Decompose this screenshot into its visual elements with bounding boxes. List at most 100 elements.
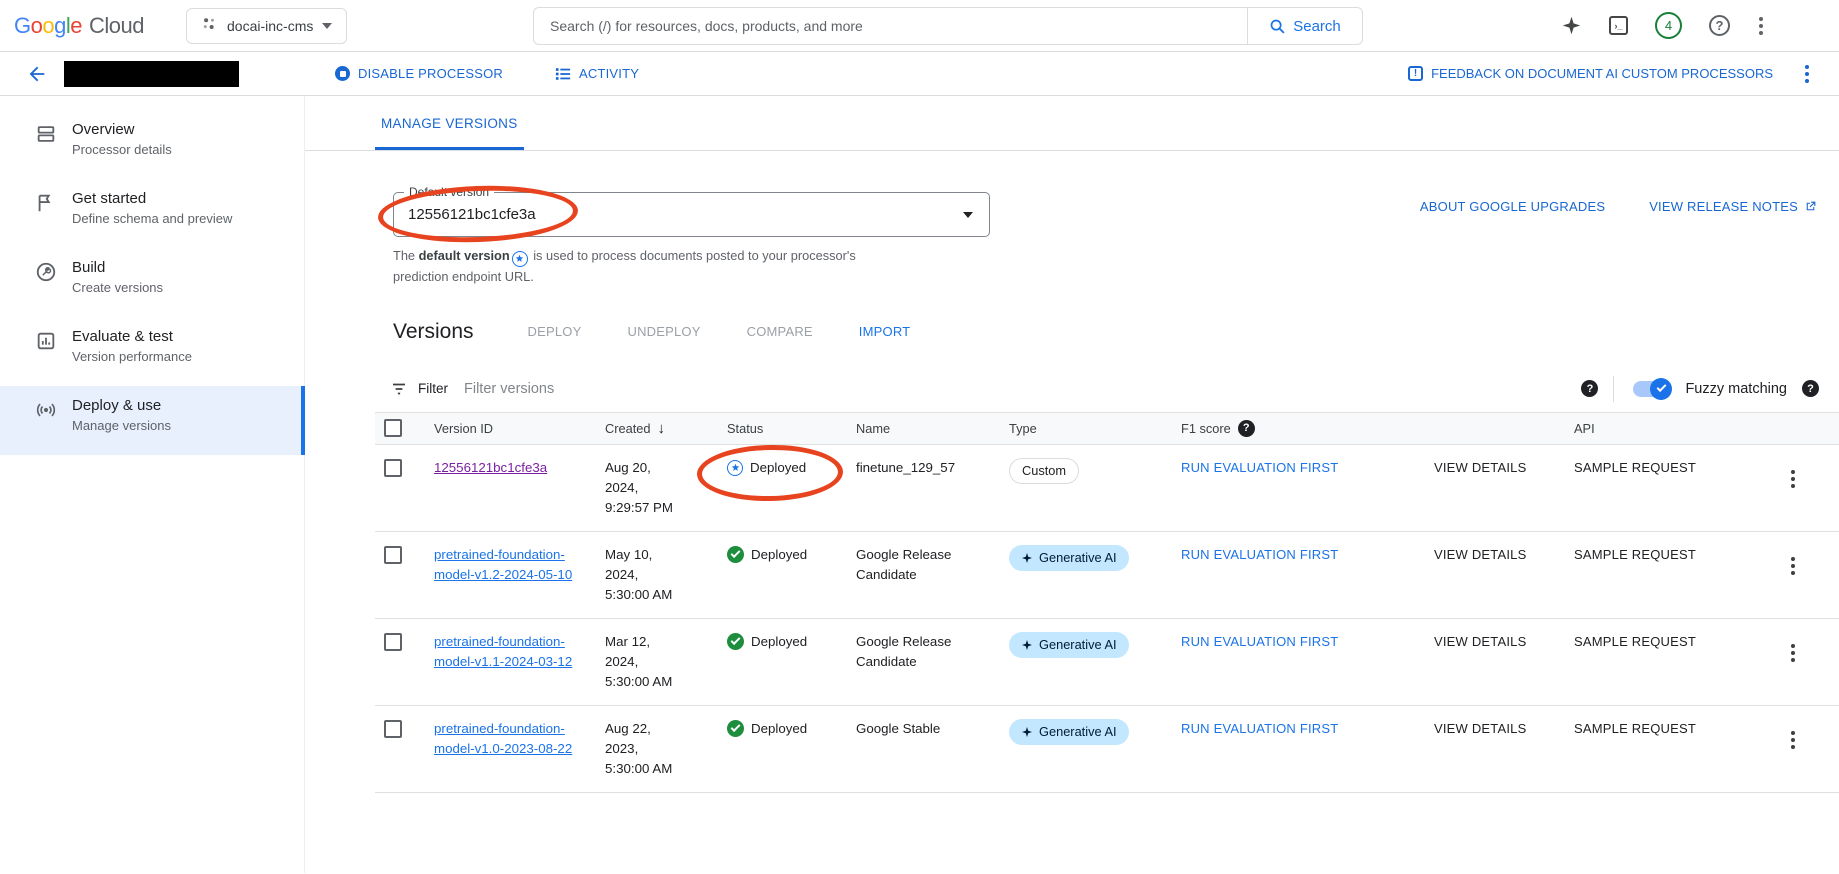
view-details-button[interactable]: VIEW DETAILS	[1434, 634, 1526, 649]
disable-processor-label: DISABLE PROCESSOR	[358, 66, 503, 81]
search-input[interactable]	[533, 7, 1247, 45]
sample-request-button[interactable]: SAMPLE REQUEST	[1574, 460, 1696, 475]
cloud-shell-icon[interactable]: ›_	[1609, 16, 1628, 35]
row-more-options-icon[interactable]	[1789, 468, 1797, 490]
default-version-label: Default version	[404, 185, 494, 199]
f1-score-help-icon[interactable]: ?	[1238, 420, 1255, 437]
created-cell: Aug 20, 2024, 9:29:57 PM	[605, 458, 693, 518]
run-evaluation-first-link[interactable]: RUN EVALUATION FIRST	[1181, 721, 1338, 736]
version-id-link[interactable]: 12556121bc1cfe3a	[434, 458, 547, 478]
run-evaluation-first-link[interactable]: RUN EVALUATION FIRST	[1181, 634, 1338, 649]
status-label: Deployed	[751, 545, 807, 565]
import-button[interactable]: IMPORT	[859, 324, 911, 339]
deployed-check-icon	[727, 720, 744, 737]
overview-icon	[34, 122, 58, 146]
row-more-options-icon[interactable]	[1789, 555, 1797, 577]
sidebar-item-subtitle: Create versions	[72, 280, 163, 295]
feedback-icon: !	[1408, 66, 1423, 81]
default-version-select[interactable]: Default version 12556121bc1cfe3a	[393, 192, 990, 237]
view-details-button[interactable]: VIEW DETAILS	[1434, 547, 1526, 562]
back-arrow-icon[interactable]	[26, 63, 48, 85]
filter-versions-input[interactable]	[464, 381, 764, 397]
fuzzy-matching-toggle[interactable]	[1633, 381, 1670, 397]
version-id-link[interactable]: pretrained-foundation-model-v1.2-2024-05…	[434, 545, 574, 585]
filter-help-icon[interactable]: ?	[1581, 380, 1598, 397]
sidebar-item-subtitle: Version performance	[72, 349, 192, 364]
versions-toolbar: Versions DEPLOY UNDEPLOY COMPARE IMPORT	[393, 320, 1839, 344]
run-evaluation-first-link[interactable]: RUN EVALUATION FIRST	[1181, 547, 1338, 562]
spark-icon	[1021, 552, 1033, 564]
undeploy-button[interactable]: UNDEPLOY	[628, 324, 701, 339]
sample-request-button[interactable]: SAMPLE REQUEST	[1574, 721, 1696, 736]
disable-processor-button[interactable]: DISABLE PROCESSOR	[335, 66, 503, 81]
table-row: pretrained-foundation-model-v1.2-2024-05…	[375, 532, 1839, 619]
view-details-button[interactable]: VIEW DETAILS	[1434, 460, 1526, 475]
feedback-button[interactable]: ! FEEDBACK ON DOCUMENT AI CUSTOM PROCESS…	[1408, 66, 1773, 81]
page-more-options-icon[interactable]	[1803, 63, 1811, 85]
run-evaluation-first-link[interactable]: RUN EVALUATION FIRST	[1181, 460, 1338, 475]
fuzzy-matching-help-icon[interactable]: ?	[1802, 380, 1819, 397]
table-row: pretrained-foundation-model-v1.0-2023-08…	[375, 706, 1839, 793]
version-id-link[interactable]: pretrained-foundation-model-v1.1-2024-03…	[434, 632, 574, 672]
version-id-link[interactable]: pretrained-foundation-model-v1.0-2023-08…	[434, 719, 574, 759]
compare-button[interactable]: COMPARE	[747, 324, 813, 339]
sidebar-item-title: Evaluate & test	[72, 328, 192, 345]
help-icon[interactable]: ?	[1709, 15, 1730, 36]
tab-manage-versions[interactable]: MANAGE VERSIONS	[375, 116, 524, 150]
sidebar-item-deploy-use[interactable]: Deploy & use Manage versions	[0, 386, 304, 455]
default-version-value: 12556121bc1cfe3a	[408, 206, 536, 223]
sample-request-button[interactable]: SAMPLE REQUEST	[1574, 634, 1696, 649]
status-cell: Deployed	[727, 632, 856, 652]
header-version-id: Version ID	[434, 421, 605, 436]
sort-desc-icon: ↓	[658, 420, 666, 437]
name-cell: Google Release Candidate	[856, 545, 981, 585]
row-checkbox[interactable]	[384, 633, 402, 651]
filter-bar: Filter ? Fuzzy matching ?	[375, 366, 1839, 412]
created-cell: Aug 22, 2023, 5:30:00 AM	[605, 719, 693, 779]
versions-table: Version ID Created↓ Status Name Type F1 …	[375, 412, 1839, 793]
sidebar-item-get-started[interactable]: Get started Define schema and preview	[0, 179, 304, 248]
google-cloud-logo[interactable]: Google Cloud	[14, 13, 144, 39]
view-details-button[interactable]: VIEW DETAILS	[1434, 721, 1526, 736]
row-more-options-icon[interactable]	[1789, 642, 1797, 664]
status-label: Deployed	[751, 719, 807, 739]
table-row: pretrained-foundation-model-v1.1-2024-03…	[375, 619, 1839, 706]
sidebar-item-overview[interactable]: Overview Processor details	[0, 110, 304, 179]
topbar-icons: ›_ 4 ?	[1561, 12, 1839, 39]
activity-button[interactable]: ACTIVITY	[555, 66, 639, 82]
row-checkbox[interactable]	[384, 720, 402, 738]
filter-icon	[390, 380, 408, 398]
name-cell: Google Release Candidate	[856, 632, 981, 672]
default-version-star-icon	[727, 460, 743, 476]
row-more-options-icon[interactable]	[1789, 729, 1797, 751]
sidebar-item-evaluate-test[interactable]: Evaluate & test Version performance	[0, 317, 304, 386]
more-options-icon[interactable]	[1757, 15, 1765, 37]
search-button[interactable]: Search	[1247, 7, 1363, 45]
project-icon	[201, 16, 218, 36]
versions-heading: Versions	[393, 320, 474, 344]
status-label: Deployed	[750, 458, 806, 478]
build-icon	[34, 260, 58, 284]
row-checkbox[interactable]	[384, 459, 402, 477]
project-name: docai-inc-cms	[227, 18, 313, 34]
type-chip-custom: Custom	[1009, 458, 1079, 484]
sidebar-item-build[interactable]: Build Create versions	[0, 248, 304, 317]
sidebar-item-subtitle: Define schema and preview	[72, 211, 232, 226]
gemini-spark-icon[interactable]	[1561, 15, 1582, 36]
row-checkbox[interactable]	[384, 546, 402, 564]
created-cell: Mar 12, 2024, 5:30:00 AM	[605, 632, 693, 692]
notifications-badge[interactable]: 4	[1655, 12, 1682, 39]
search-button-label: Search	[1293, 18, 1341, 35]
bar-chart-icon	[34, 329, 58, 353]
sidebar-item-title: Deploy & use	[72, 397, 171, 414]
deploy-button[interactable]: DEPLOY	[528, 324, 582, 339]
header-created[interactable]: Created↓	[605, 420, 727, 437]
select-all-checkbox[interactable]	[384, 419, 402, 437]
project-selector[interactable]: docai-inc-cms	[186, 8, 347, 44]
divider	[1613, 376, 1614, 402]
fuzzy-matching-label: Fuzzy matching	[1685, 381, 1787, 397]
table-header-row: Version ID Created↓ Status Name Type F1 …	[375, 412, 1839, 445]
sample-request-button[interactable]: SAMPLE REQUEST	[1574, 547, 1696, 562]
header-type: Type	[1009, 421, 1181, 436]
sidebar-item-subtitle: Processor details	[72, 142, 172, 157]
